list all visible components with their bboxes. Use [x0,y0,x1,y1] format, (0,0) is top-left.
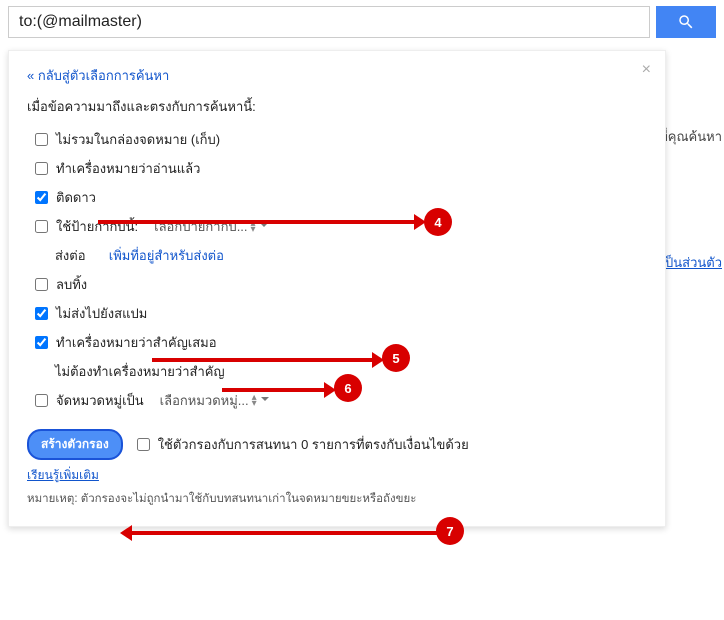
mark-read-label: ทำเครื่องหมายว่าอ่านแล้ว [56,158,200,179]
dropdown-arrows-icon: ▴▾ [252,395,257,407]
category-dropdown-text: เลือกหมวดหมู่... [160,390,249,411]
search-button[interactable] [656,6,716,38]
apply-existing-option[interactable]: ใช้ตัวกรองกับการสนทนา 0 รายการที่ตรงกับเ… [137,434,469,455]
never-important-label: ไม่ต้องทำเครื่องหมายว่าสำคัญ [55,361,225,382]
search-input[interactable] [8,6,650,38]
always-important-checkbox[interactable] [35,336,48,349]
panel-heading: เมื่อข้อความมาถึงและตรงกับการค้นหานี้: [27,96,647,117]
apply-label-option: ใช้ป้ายกำกับนี้: เลือกป้ายกำกับ... ▴▾ [35,216,647,237]
label-dropdown-text: เลือกป้ายกำกับ... [154,216,247,237]
never-spam-option[interactable]: ไม่ส่งไปยังสแปม [35,303,647,324]
bottom-row: สร้างตัวกรอง ใช้ตัวกรองกับการสนทนา 0 ราย… [27,429,647,460]
delete-option[interactable]: ลบทิ้ง [35,274,647,295]
apply-label-checkbox[interactable] [35,220,48,233]
skip-inbox-label: ไม่รวมในกล่องจดหมาย (เก็บ) [56,129,220,150]
delete-checkbox[interactable] [35,278,48,291]
search-bar [0,0,724,44]
mark-read-checkbox[interactable] [35,162,48,175]
apply-existing-checkbox[interactable] [137,438,150,451]
label-dropdown[interactable]: เลือกป้ายกำกับ... ▴▾ [146,216,267,237]
add-forward-address-link[interactable]: เพิ่มที่อยู่สำหรับส่งต่อ [109,245,224,266]
star-label: ติดดาว [56,187,96,208]
mark-read-option[interactable]: ทำเครื่องหมายว่าอ่านแล้ว [35,158,647,179]
dropdown-arrows-icon: ▴▾ [251,221,256,233]
skip-inbox-option[interactable]: ไม่รวมในกล่องจดหมาย (เก็บ) [35,129,647,150]
skip-inbox-checkbox[interactable] [35,133,48,146]
create-filter-button[interactable]: สร้างตัวกรอง [27,429,123,460]
apply-label-text: ใช้ป้ายกำกับนี้: [56,216,138,237]
category-dropdown[interactable]: เลือกหมวดหมู่... ▴▾ [152,390,269,411]
never-spam-checkbox[interactable] [35,307,48,320]
categorize-checkbox[interactable] [35,394,48,407]
filter-panel: « กลับสู่ตัวเลือกการค้นหา × เมื่อข้อความ… [8,50,666,527]
close-icon[interactable]: × [642,61,651,79]
delete-label: ลบทิ้ง [56,274,87,295]
always-important-label: ทำเครื่องหมายว่าสำคัญเสมอ [56,332,217,353]
search-icon [677,13,695,31]
apply-existing-label: ใช้ตัวกรองกับการสนทนา 0 รายการที่ตรงกับเ… [158,434,469,455]
forward-prefix: ส่งต่อ [55,245,86,266]
star-checkbox[interactable] [35,191,48,204]
categorize-text: จัดหมวดหมู่เป็น [56,390,144,411]
star-option[interactable]: ติดดาว [35,187,647,208]
never-spam-label: ไม่ส่งไปยังสแปม [56,303,147,324]
learn-more-link[interactable]: เรียนรู้เพิ่มเติม [27,466,99,485]
forward-option: ส่งต่อ เพิ่มที่อยู่สำหรับส่งต่อ [55,245,647,266]
categorize-option: จัดหมวดหมู่เป็น เลือกหมวดหมู่... ▴▾ [35,390,647,411]
note-text: หมายเหตุ: ตัวกรองจะไม่ถูกนำมาใช้กับบทสนท… [27,490,647,508]
never-important-option: ไม่ต้องทำเครื่องหมายว่าสำคัญ [55,361,647,382]
always-important-option[interactable]: ทำเครื่องหมายว่าสำคัญเสมอ [35,332,647,353]
back-to-search-link[interactable]: « กลับสู่ตัวเลือกการค้นหา [27,65,169,86]
